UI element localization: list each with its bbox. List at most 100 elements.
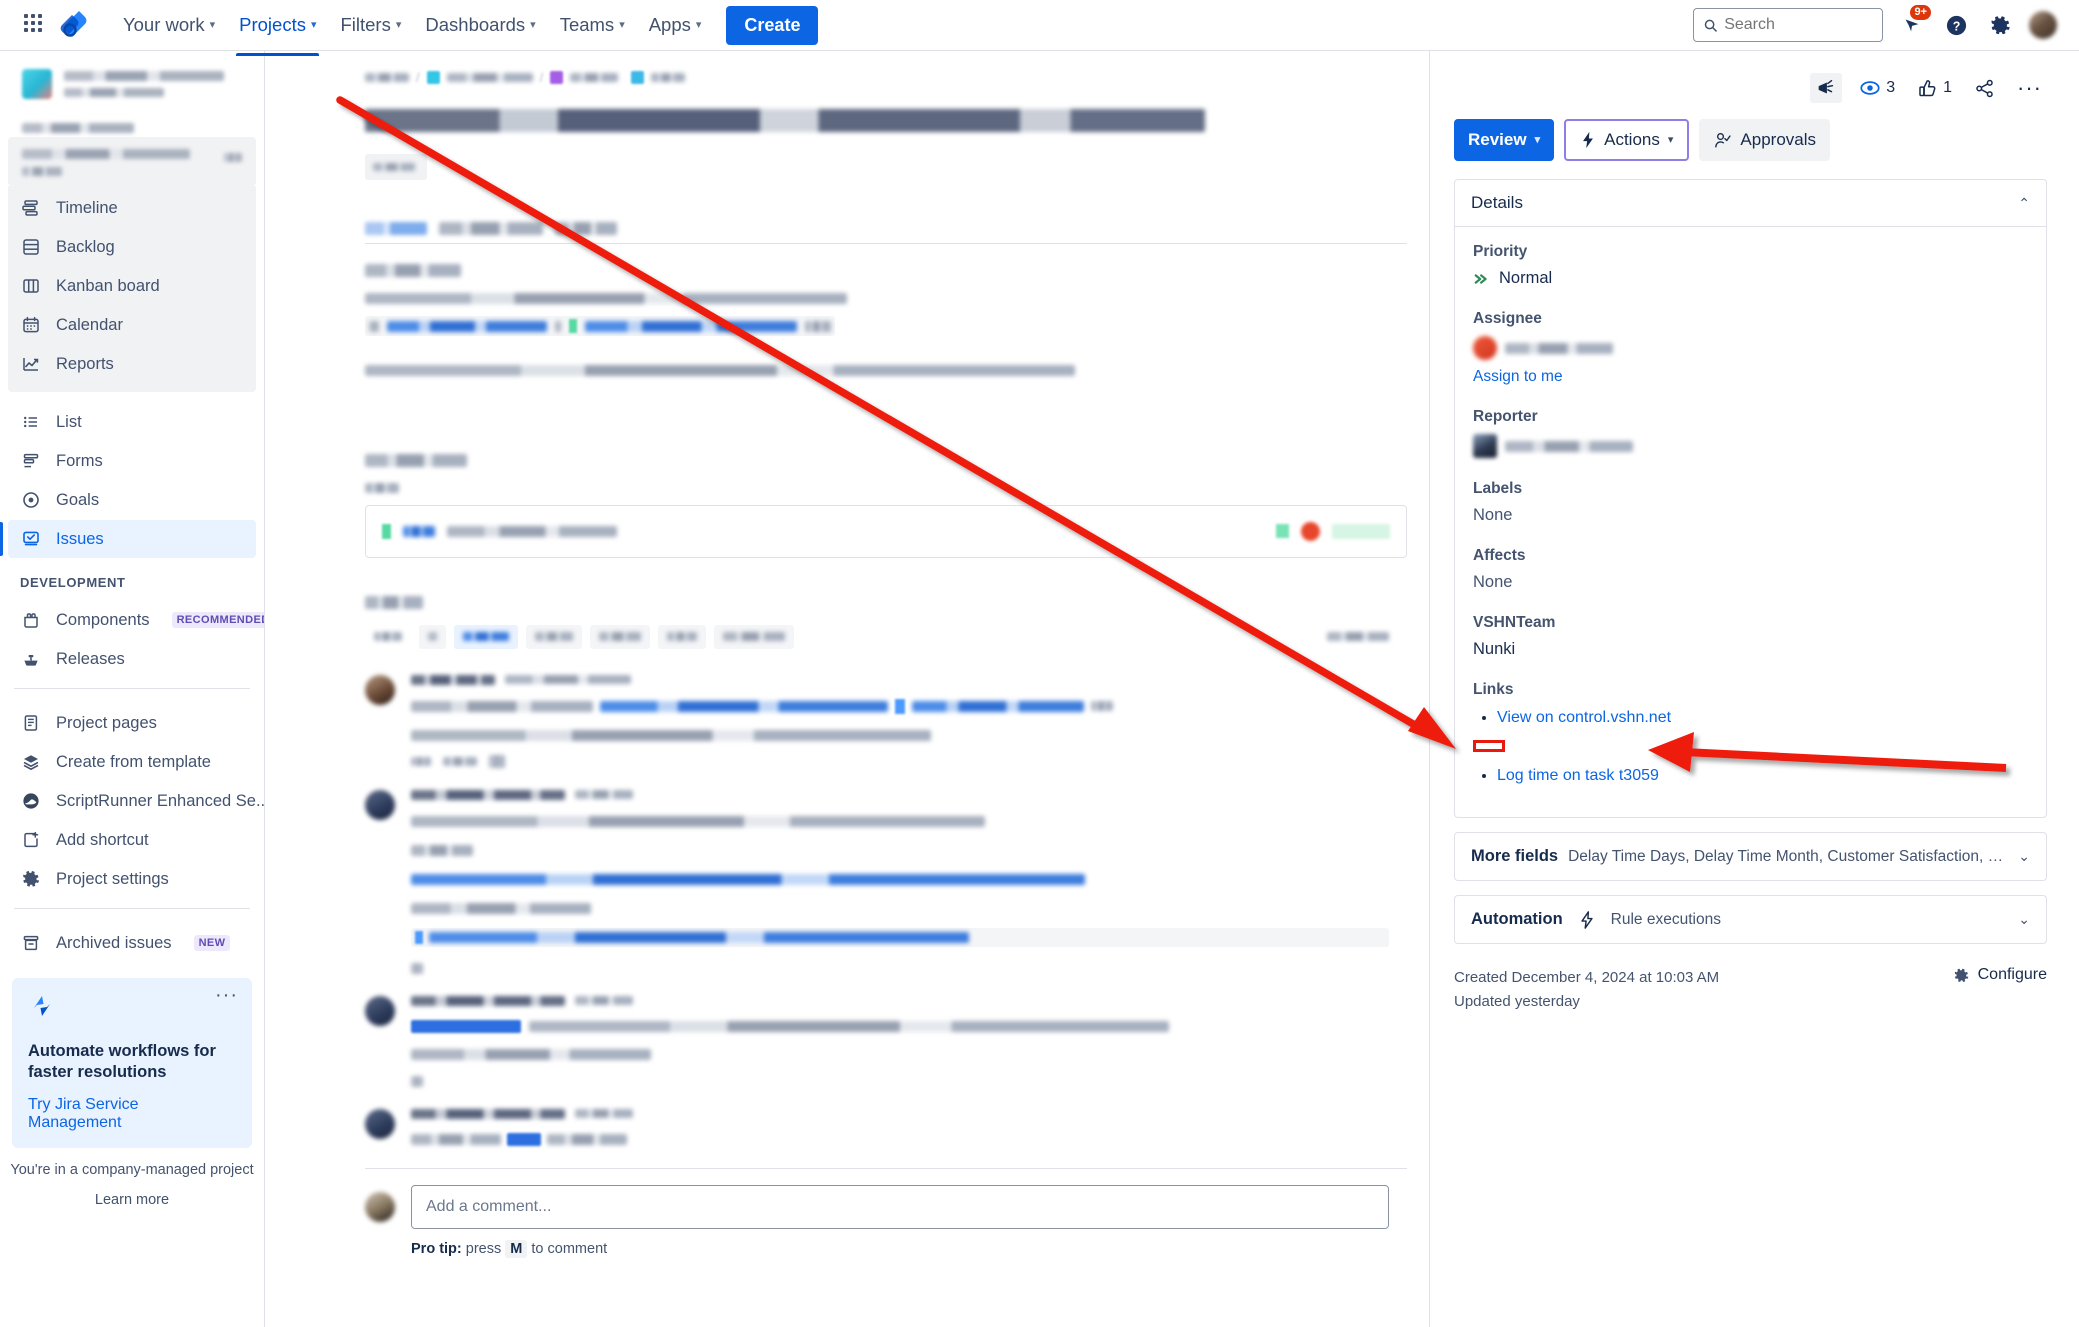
link-log-time-on-task[interactable]: Log time on task t3059 (1497, 767, 1659, 784)
nav-teams[interactable]: Teams ▾ (549, 7, 636, 43)
tab-3-redacted[interactable] (555, 222, 617, 235)
comment-action-edit-redacted[interactable] (411, 756, 431, 766)
automation-section[interactable]: Automation Rule executions ⌄ (1454, 895, 2047, 944)
sidebar-item-archived-issues[interactable]: Archived issues NEW (8, 924, 256, 962)
comment-reaction-redacted[interactable] (489, 754, 505, 768)
comment-action-redacted[interactable] (411, 962, 423, 974)
nav-projects[interactable]: Projects ▾ (228, 7, 327, 56)
priority-value-row[interactable]: Normal (1473, 269, 2028, 288)
activity-filter-history[interactable] (526, 624, 582, 649)
sidebar-item-create-from-template[interactable]: Create from template (8, 743, 256, 781)
user-avatar[interactable] (2029, 11, 2057, 39)
sidebar-item-backlog[interactable]: Backlog (8, 228, 256, 266)
watch-button[interactable]: 3 (1854, 73, 1900, 103)
settings-button[interactable] (1985, 10, 2015, 40)
attach-button[interactable] (365, 154, 427, 180)
create-button[interactable]: Create (726, 5, 819, 45)
sidebar-item-timeline[interactable]: Timeline (8, 189, 256, 227)
sidebar-item-issues[interactable]: Issues (0, 520, 256, 558)
sidebar-item-releases[interactable]: Releases (8, 640, 256, 678)
assignee-value-row[interactable] (1473, 336, 2028, 360)
status-review-button[interactable]: Review ▾ (1454, 119, 1555, 161)
comment-action-redacted[interactable] (411, 1075, 423, 1087)
highlighted-link-box (1473, 740, 1505, 752)
sidebar-item-components[interactable]: Components RECOMMENDED (8, 601, 264, 639)
sidebar-item-goals[interactable]: Goals (8, 481, 256, 519)
like-button[interactable]: 1 (1912, 74, 1957, 103)
more-fields-section[interactable]: More fields Delay Time Days, Delay Time … (1454, 832, 2047, 881)
chevron-up-icon[interactable]: ⌃ (2018, 195, 2030, 212)
tab-description-redacted[interactable] (365, 222, 427, 235)
promo-link[interactable]: Try Jira Service Management (28, 1096, 236, 1132)
sidebar-item-project-pages[interactable]: Project pages (8, 704, 256, 742)
activity-filter-allhistory[interactable] (714, 624, 794, 649)
comment-link-2-redacted[interactable] (912, 700, 1084, 712)
details-card-header[interactable]: Details ⌃ (1455, 180, 2046, 227)
sidebar-board-card[interactable] (8, 137, 256, 186)
sidebar-item-kanban-board[interactable]: Kanban board (8, 267, 256, 305)
learn-more-link[interactable]: Learn more (0, 1192, 264, 1208)
activity-filter-emails[interactable] (658, 624, 706, 649)
add-shortcut-icon (20, 829, 42, 851)
actions-label: Actions (1604, 130, 1660, 149)
assign-to-me-link[interactable]: Assign to me (1473, 368, 1563, 386)
activity-filter-worklog[interactable] (590, 624, 650, 649)
app-switcher-icon[interactable] (24, 14, 46, 36)
global-search[interactable] (1693, 8, 1883, 42)
project-header[interactable] (0, 51, 264, 109)
nav-apps[interactable]: Apps ▾ (638, 7, 713, 43)
nav-dashboards[interactable]: Dashboards ▾ (414, 7, 546, 43)
activity-sort-redacted[interactable] (1327, 632, 1389, 641)
help-button[interactable]: ? (1941, 10, 1971, 40)
search-input[interactable] (1724, 16, 1872, 34)
comment-code-link-redacted[interactable] (429, 931, 969, 943)
project-avatar (22, 69, 52, 99)
approvals-button[interactable]: Approvals (1699, 119, 1831, 161)
comment-link-redacted[interactable] (411, 873, 1085, 885)
sidebar-item-list[interactable]: List (8, 403, 256, 441)
breadcrumb-separator: / (416, 69, 420, 85)
labels-value[interactable]: None (1473, 506, 2028, 525)
nav-your-work[interactable]: Your work ▾ (112, 7, 226, 43)
more-dots-icon[interactable]: ··· (215, 985, 238, 1005)
sidebar-item-add-shortcut[interactable]: Add shortcut (8, 821, 256, 859)
activity-filter-row[interactable] (365, 624, 1389, 649)
chevron-down-icon[interactable]: ⌄ (2018, 911, 2030, 928)
linked-issue-row[interactable] (365, 504, 1407, 558)
activity-filter-comments[interactable] (454, 624, 518, 649)
notifications-button[interactable]: 9+ (1897, 5, 1931, 40)
comment-action-delete-redacted[interactable] (443, 756, 477, 766)
tab-2-redacted[interactable] (439, 222, 543, 235)
comment-link-1-redacted[interactable] (600, 700, 888, 712)
share-button[interactable] (1969, 74, 2000, 103)
sidebar-item-calendar[interactable]: Calendar (8, 306, 256, 344)
sidebar-item-label: Calendar (56, 315, 123, 334)
announce-button[interactable] (1810, 73, 1843, 103)
issue-tabs[interactable] (365, 222, 1407, 244)
sidebar-item-project-settings[interactable]: Project settings (8, 860, 256, 898)
sidebar-item-scriptrunner[interactable]: ScriptRunner Enhanced Se... (8, 782, 264, 820)
more-actions-button[interactable]: ··· (2012, 77, 2047, 99)
breadcrumb[interactable]: / / (365, 69, 1389, 85)
linked-items-heading-redacted (365, 453, 467, 467)
actions-button[interactable]: Actions ▾ (1564, 119, 1690, 161)
likes-count: 1 (1943, 79, 1953, 96)
nav-filters[interactable]: Filters ▾ (329, 7, 412, 43)
link-view-on-control[interactable]: View on control.vshn.net (1497, 709, 1671, 726)
add-comment-input[interactable]: Add a comment... (411, 1184, 1389, 1229)
jira-logo[interactable] (56, 9, 90, 41)
reporter-value-row[interactable] (1473, 434, 2028, 458)
sidebar-item-reports[interactable]: Reports (8, 345, 256, 383)
configure-button[interactable]: Configure (1953, 966, 2047, 984)
vshnteam-value[interactable]: Nunki (1473, 640, 2028, 659)
activity-filter-all[interactable] (419, 624, 446, 649)
field-vshnteam: VSHNTeam Nunki (1473, 614, 2028, 659)
description-link-1-redacted[interactable] (387, 320, 547, 332)
field-priority: Priority Normal (1473, 243, 2028, 288)
sidebar-item-forms[interactable]: Forms (8, 442, 256, 480)
affects-value[interactable]: None (1473, 573, 2028, 592)
description-link-2-redacted[interactable] (585, 320, 797, 332)
linked-issue-key-redacted[interactable] (403, 525, 435, 537)
comment-line-redacted (411, 1133, 501, 1145)
chevron-down-icon[interactable]: ⌄ (2018, 848, 2030, 865)
